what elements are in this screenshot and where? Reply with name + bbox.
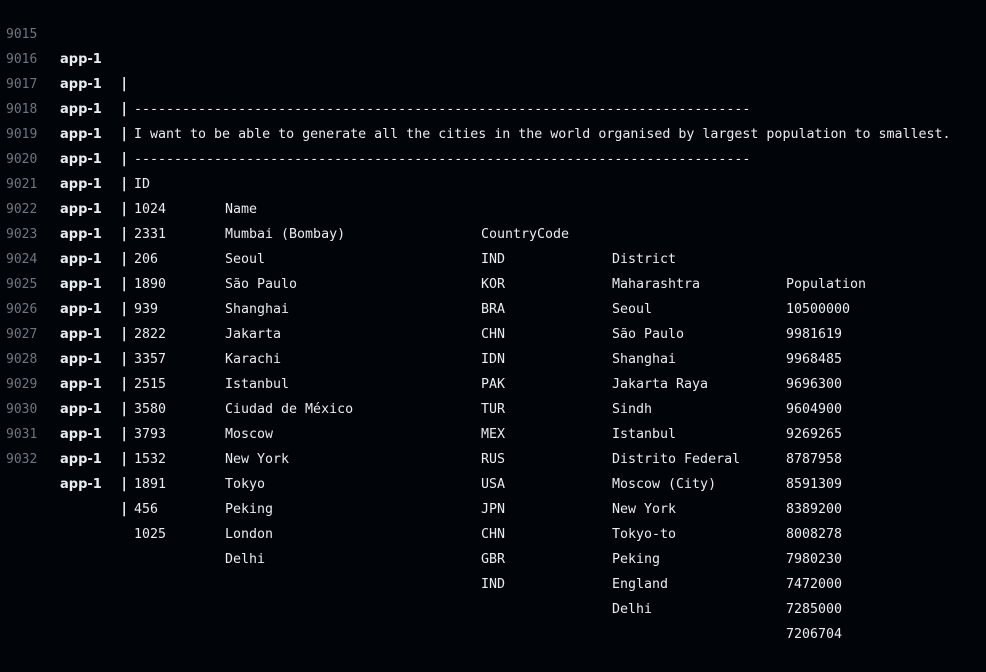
table-row: 9020 app-1 | 2331 Seoul KOR Seoul 998161… bbox=[0, 122, 986, 342]
separator: | bbox=[120, 501, 129, 517]
table-row: 9030 app-1 | 1891 Peking CHN Peking 7472… bbox=[0, 372, 986, 592]
cell-district: Distrito Federal bbox=[612, 452, 741, 467]
cell-country-code: IND bbox=[481, 577, 506, 592]
table-header-line: 9018 app-1 | ID Name CountryCode Distric… bbox=[0, 72, 986, 292]
cell-country-code: RUS bbox=[481, 452, 506, 467]
cell-id: 456 bbox=[134, 502, 159, 517]
service-name: app-1 bbox=[60, 452, 102, 467]
table-row: 9025 app-1 | 3357 Istanbul TUR Istanbul … bbox=[0, 247, 986, 467]
cell-name: Delhi bbox=[225, 552, 266, 567]
separator: | bbox=[120, 476, 129, 492]
cell-id: 1532 bbox=[134, 452, 167, 467]
table-row: 9029 app-1 | 1532 Tokyo JPN Tokyo-to 798… bbox=[0, 347, 986, 567]
separator: | bbox=[120, 451, 129, 467]
cell-population: 8389200 bbox=[786, 502, 843, 517]
log-line: 9016 app-1 | I want to be able to genera… bbox=[0, 22, 986, 142]
cell-name: New York bbox=[225, 452, 290, 467]
table-row: 9028 app-1 | 3793 New York USA New York … bbox=[0, 322, 986, 542]
cell-district: Tokyo-to bbox=[612, 527, 677, 542]
table-row: 9022 app-1 | 1890 Shanghai CHN Shanghai … bbox=[0, 172, 986, 392]
terminal-log: 9015 app-1 | ---------------------------… bbox=[0, 0, 986, 642]
cell-district: New York bbox=[612, 502, 677, 517]
cell-district: Peking bbox=[612, 552, 661, 567]
service-name: app-1 bbox=[60, 477, 102, 492]
cell-population: 7285000 bbox=[786, 602, 843, 617]
cell-name: Peking bbox=[225, 502, 274, 517]
cell-population: 7980230 bbox=[786, 552, 843, 567]
cell-population: 7206704 bbox=[786, 627, 843, 642]
table-row: 9021 app-1 | 206 São Paulo BRA São Paulo… bbox=[0, 147, 986, 367]
line-number: 9032 bbox=[6, 452, 38, 467]
cell-district: England bbox=[612, 577, 669, 592]
cell-country-code: CHN bbox=[481, 527, 506, 542]
cell-district: Delhi bbox=[612, 602, 653, 617]
table-row: 9031 app-1 | 456 London GBR England 7285… bbox=[0, 397, 986, 617]
cell-population: 8591309 bbox=[786, 477, 843, 492]
cell-id: 1025 bbox=[134, 527, 167, 542]
cell-population: 8008278 bbox=[786, 527, 843, 542]
table-row: 9032 app-1 | 1025 Delhi IND Delhi 720670… bbox=[0, 422, 986, 642]
cell-country-code: JPN bbox=[481, 502, 506, 517]
cell-population: 8787958 bbox=[786, 452, 843, 467]
cell-name: London bbox=[225, 527, 274, 542]
table-row: 9026 app-1 | 2515 Ciudad de México MEX D… bbox=[0, 272, 986, 492]
table-row: 9027 app-1 | 3580 Moscow RUS Moscow (Cit… bbox=[0, 297, 986, 517]
log-line: 9015 app-1 | ---------------------------… bbox=[0, 0, 986, 117]
cell-country-code: GBR bbox=[481, 552, 506, 567]
table-row: 9024 app-1 | 2822 Karachi PAK Sindh 9269… bbox=[0, 222, 986, 442]
cell-name: Tokyo bbox=[225, 477, 266, 492]
table-row: 9019 app-1 | 1024 Mumbai (Bombay) IND Ma… bbox=[0, 97, 986, 317]
table-row: 9023 app-1 | 939 Jakarta IDN Jakarta Ray… bbox=[0, 197, 986, 417]
cell-country-code: USA bbox=[481, 477, 506, 492]
cell-district: Moscow (City) bbox=[612, 477, 717, 492]
cell-id: 1891 bbox=[134, 477, 167, 492]
log-line: 9017 app-1 | ---------------------------… bbox=[0, 47, 986, 167]
cell-population: 7472000 bbox=[786, 577, 843, 592]
